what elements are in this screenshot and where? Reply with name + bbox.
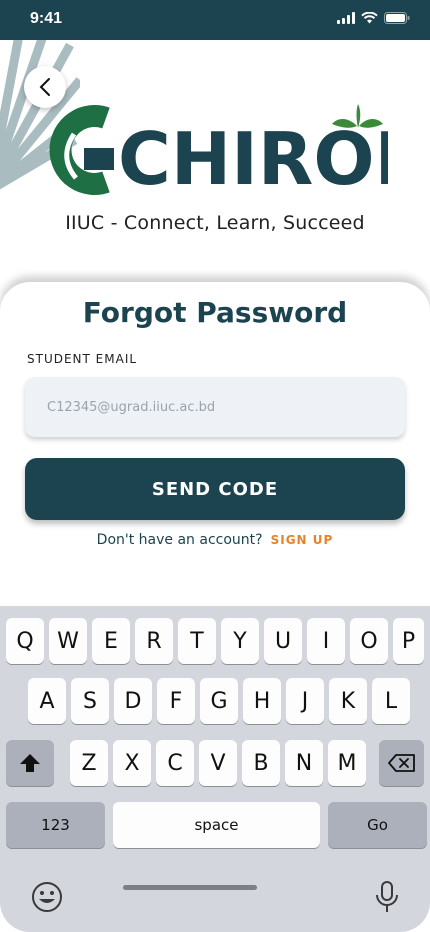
key-t[interactable]: T — [178, 618, 216, 664]
key-i[interactable]: I — [307, 618, 345, 664]
key-c[interactable]: C — [156, 740, 194, 786]
status-bar: 9:41 — [0, 0, 430, 40]
email-field[interactable] — [25, 377, 405, 437]
key-a[interactable]: A — [28, 678, 66, 724]
chirokut-logo: CHIROKUT — [49, 104, 388, 196]
key-d[interactable]: D — [114, 678, 152, 724]
key-h[interactable]: H — [243, 678, 281, 724]
home-indicator — [123, 885, 257, 890]
signal-icon — [337, 12, 355, 24]
key-f[interactable]: F — [157, 678, 195, 724]
key-p[interactable]: P — [393, 618, 424, 664]
key-y[interactable]: Y — [221, 618, 259, 664]
dictation-button[interactable] — [372, 880, 402, 914]
account-prompt: Don't have an account? — [96, 532, 263, 548]
key-x[interactable]: X — [113, 740, 151, 786]
tagline: IIUC - Connect, Learn, Succeed — [65, 212, 365, 234]
key-b[interactable]: B — [242, 740, 280, 786]
backspace-icon — [387, 754, 415, 772]
email-label: STUDENT EMAIL — [27, 352, 138, 366]
key-o[interactable]: O — [350, 618, 388, 664]
send-code-button[interactable]: SEND CODE — [25, 458, 405, 520]
wifi-icon — [361, 12, 378, 24]
key-j[interactable]: J — [286, 678, 324, 724]
shift-icon — [20, 754, 40, 772]
key-u[interactable]: U — [264, 618, 302, 664]
microphone-icon — [376, 881, 398, 912]
keyboard: Q W E R T Y U I O P A S D F G H J K L Z … — [0, 606, 430, 932]
logo-text: CHIROKUT — [118, 117, 388, 196]
page-title: Forgot Password — [82, 296, 348, 329]
key-r[interactable]: R — [135, 618, 173, 664]
emoji-button[interactable] — [30, 880, 64, 914]
space-key[interactable]: space — [113, 802, 320, 848]
back-icon — [39, 78, 50, 96]
leaf-icon — [332, 104, 383, 128]
key-s[interactable]: S — [71, 678, 109, 724]
backspace-key[interactable] — [379, 740, 424, 786]
numbers-key[interactable]: 123 — [6, 802, 105, 848]
status-icons — [337, 12, 410, 24]
emoji-icon — [32, 882, 62, 912]
key-k[interactable]: K — [329, 678, 367, 724]
battery-icon — [384, 12, 410, 24]
key-q[interactable]: Q — [6, 618, 44, 664]
key-e[interactable]: E — [92, 618, 130, 664]
signup-row: Don't have an account? SIGN UP — [0, 532, 430, 548]
key-w[interactable]: W — [49, 618, 87, 664]
status-time: 9:41 — [30, 10, 63, 27]
go-key[interactable]: Go — [328, 802, 427, 848]
key-m[interactable]: M — [328, 740, 366, 786]
key-z[interactable]: Z — [70, 740, 108, 786]
key-n[interactable]: N — [285, 740, 323, 786]
shift-key[interactable] — [6, 740, 54, 786]
signup-link[interactable]: SIGN UP — [271, 533, 334, 547]
back-button[interactable] — [24, 66, 66, 108]
key-g[interactable]: G — [200, 678, 238, 724]
key-v[interactable]: V — [199, 740, 237, 786]
key-l[interactable]: L — [372, 678, 410, 724]
